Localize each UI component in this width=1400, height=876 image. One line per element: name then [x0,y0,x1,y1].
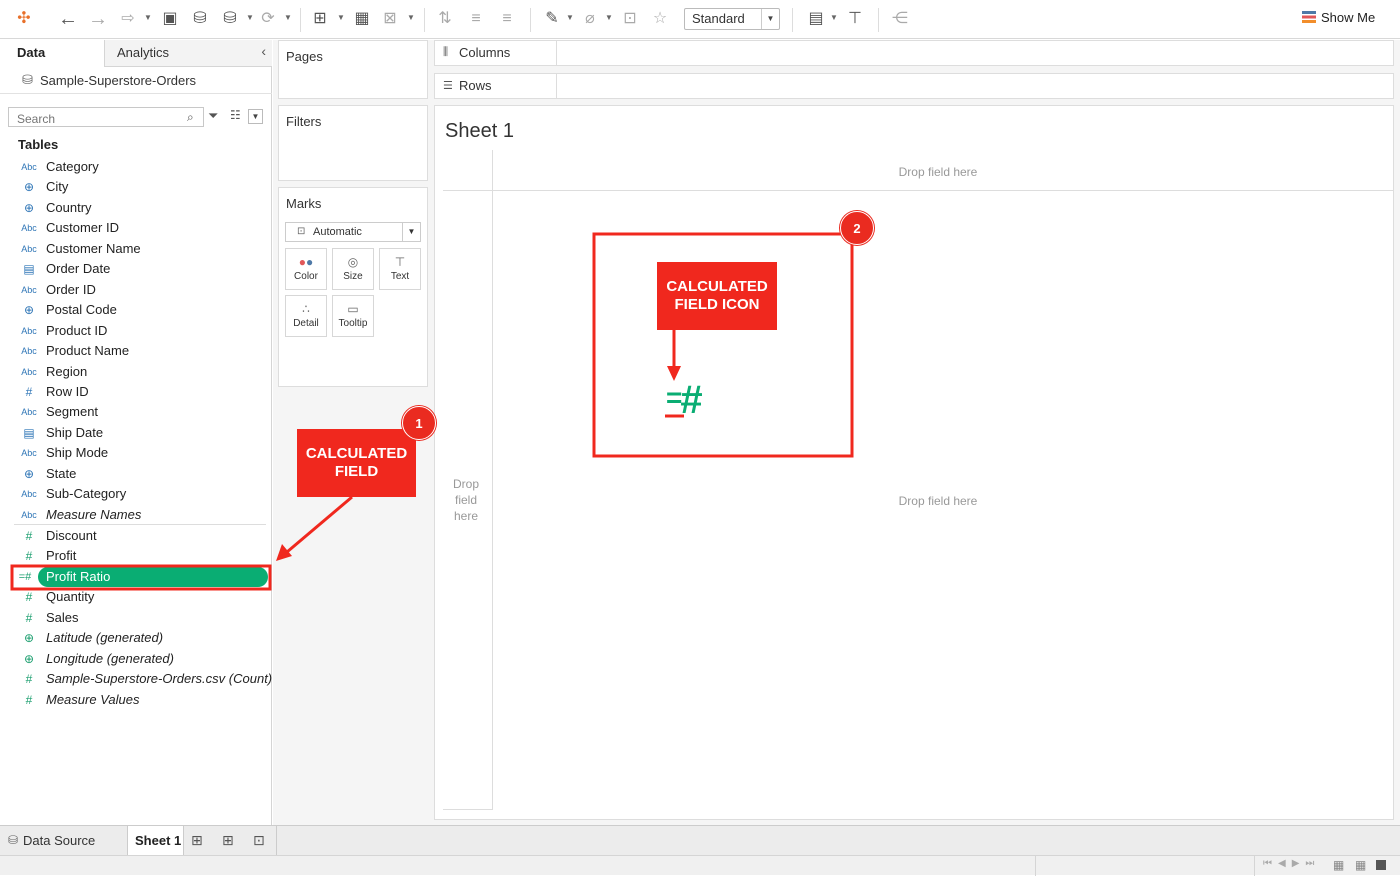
calculated-field-icon-large: =# [666,378,703,422]
callout-1-arrow [286,495,353,554]
callout-1-arrowhead [276,544,292,561]
badge-1: 1 [402,406,436,440]
callout-calculated-field: CALCULATED FIELD [297,429,416,497]
badge-2: 2 [840,211,874,245]
callout-calculated-field-icon: CALCULATED FIELD ICON [657,262,777,330]
profit-ratio-highlight-box [10,564,272,591]
annotation-overlay [10,232,854,591]
